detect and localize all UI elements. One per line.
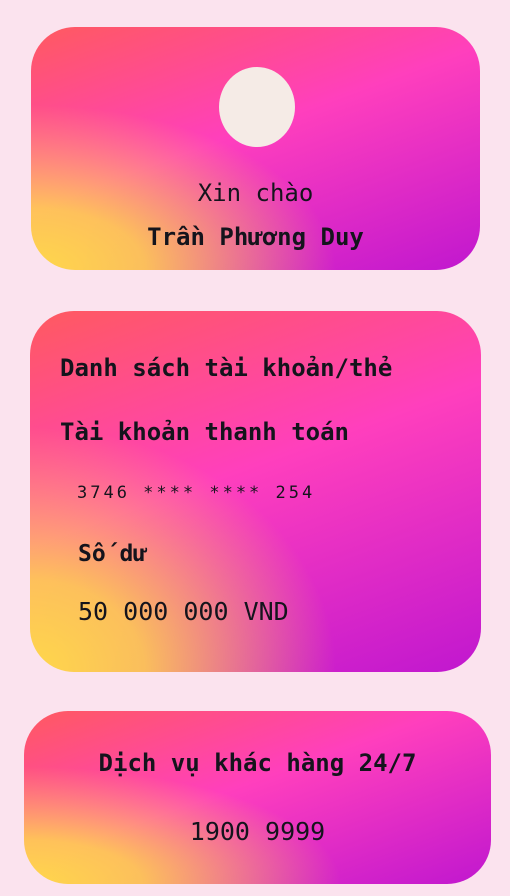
greeting-text: Xin chào [197,179,314,207]
avatar[interactable] [219,67,295,147]
account-number: 3746 **** **** 254 [77,483,316,503]
balance-value: 50 000 000 VND [78,597,289,626]
support-card[interactable]: Dịch vụ khác hàng 24/7 1900 9999 [24,711,491,884]
account-type[interactable]: Tài khoản thanh toán [60,418,349,446]
profile-card: Xin chào Trần Phương Duy [31,27,480,270]
accounts-title: Danh sách tài khoản/thẻ [60,354,393,382]
support-phone[interactable]: 1900 9999 [24,817,491,846]
balance-label: Số dư [78,541,148,567]
accounts-card[interactable]: Danh sách tài khoản/thẻ Tài khoản thanh … [30,311,481,672]
user-name: Trần Phương Duy [147,223,364,251]
app-screen: Xin chào Trần Phương Duy Danh sách tài k… [0,0,510,896]
support-title: Dịch vụ khác hàng 24/7 [98,749,417,777]
